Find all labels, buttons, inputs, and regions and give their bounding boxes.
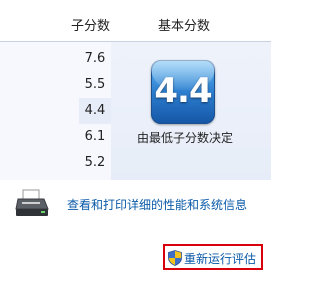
score-table-header: 子分数 基本分数 xyxy=(0,0,271,42)
subscore-value: 6.1 xyxy=(84,129,106,144)
subscore-value: 7.6 xyxy=(84,51,106,66)
uac-shield-icon xyxy=(168,250,182,266)
subscore-value-lowest: 4.4 xyxy=(79,98,111,124)
rerun-assessment-label[interactable]: 重新运行评估 xyxy=(184,250,256,267)
base-score-panel: 4.4 由最低子分数决定 xyxy=(111,42,271,180)
base-score-description: 由最低子分数决定 xyxy=(136,131,233,145)
subscore-column: 7.6 5.5 4.4 6.1 5.2 xyxy=(79,42,111,180)
subscore-value: 5.2 xyxy=(84,155,106,170)
base-score-column-header: 基本分数 xyxy=(158,19,211,34)
view-print-details-link[interactable]: 查看和打印详细的性能和系统信息 xyxy=(67,196,247,213)
printer-icon xyxy=(15,189,49,216)
base-score-badge: 4.4 xyxy=(151,60,215,124)
subscore-value: 5.5 xyxy=(84,77,106,92)
subscore-column-header: 子分数 xyxy=(71,19,111,34)
base-score-value: 4.4 xyxy=(154,71,212,111)
rerun-assessment-button[interactable]: 重新运行评估 xyxy=(163,244,263,270)
